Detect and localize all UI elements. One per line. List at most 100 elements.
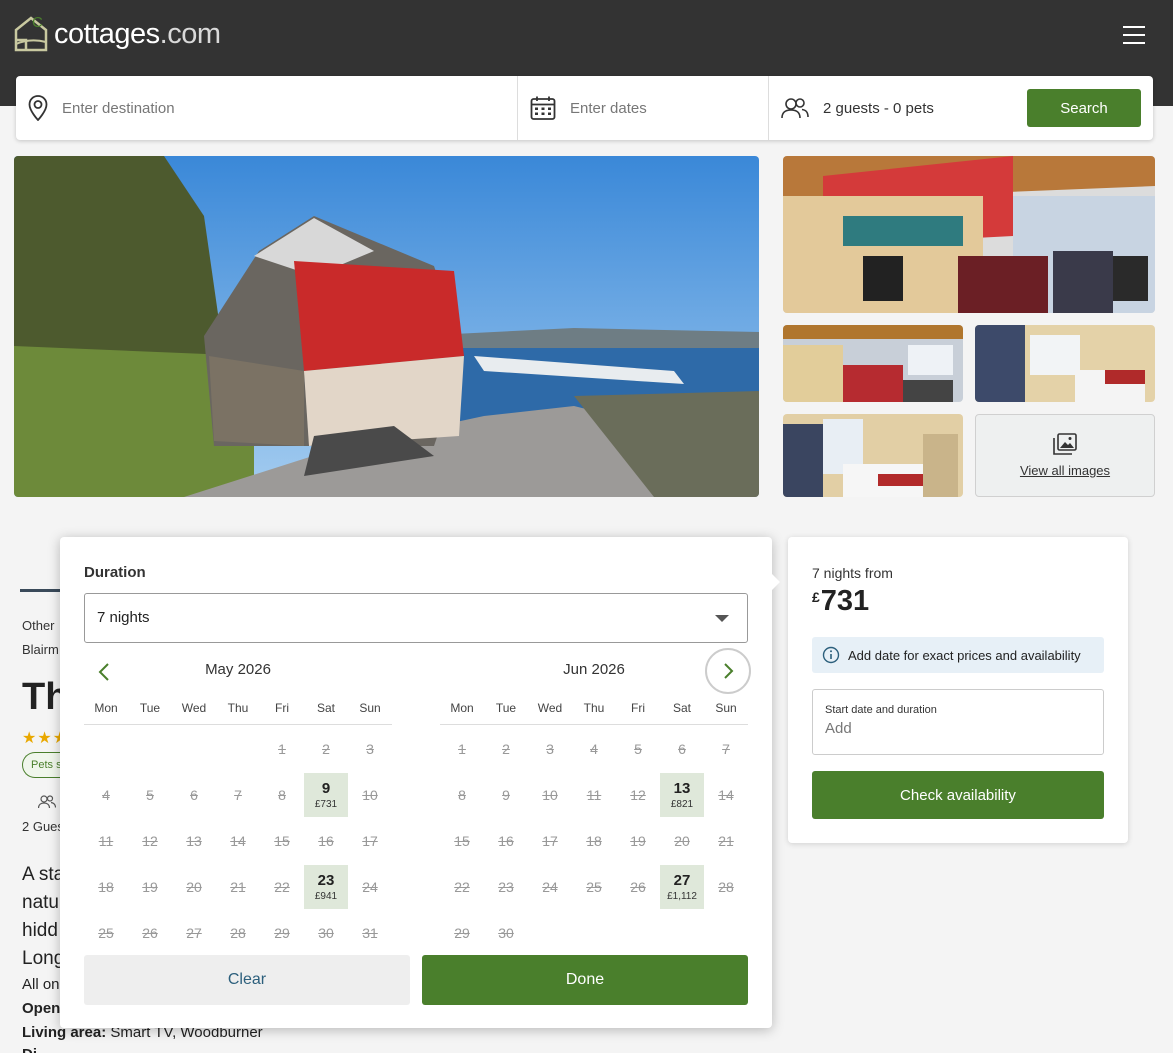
weekday-header-row: Mon Tue Wed Thu Fri Sat Sun <box>84 695 392 725</box>
week-row: 29 30 <box>440 909 748 955</box>
calendar-day-unavailable: 12 <box>630 787 646 803</box>
breadcrumb-region[interactable]: Other <box>22 618 55 633</box>
day-number: 23 <box>317 872 335 889</box>
weekday-label: Thu <box>583 701 605 715</box>
calendar-day-unavailable: 17 <box>362 833 378 849</box>
day-price: £1,112 <box>667 891 697 902</box>
kitchen-photo[interactable] <box>783 156 1155 313</box>
kitchen-photo-image <box>783 156 1155 313</box>
info-icon <box>822 646 840 664</box>
calendar-day-unavailable: 3 <box>366 741 374 757</box>
search-button[interactable]: Search <box>1027 89 1141 127</box>
dates-input[interactable] <box>570 99 750 117</box>
info-text: Add date for exact prices and availabili… <box>848 647 1081 663</box>
calendar-day-unavailable: 7 <box>234 787 242 803</box>
calendar-day-unavailable: 20 <box>674 833 690 849</box>
bedroom-photo-2[interactable] <box>783 414 963 497</box>
calendar-day-unavailable: 18 <box>98 879 114 895</box>
destination-input[interactable] <box>62 99 442 117</box>
guests-count-label: 2 Gues <box>22 819 64 834</box>
calendar-day-unavailable: 6 <box>678 741 686 757</box>
duration-select[interactable]: 7 nights <box>84 593 748 643</box>
calendar-day-available[interactable]: 9 £731 <box>304 773 348 817</box>
calendar-day-unavailable: 15 <box>454 833 470 849</box>
calendar-day-unavailable: 16 <box>498 833 514 849</box>
calendar-day-unavailable: 25 <box>586 879 602 895</box>
currency-symbol: £ <box>812 589 820 605</box>
calendar-empty-cell <box>660 911 704 955</box>
calendar-day-unavailable: 9 <box>502 787 510 803</box>
calendar-day-available[interactable]: 23 £941 <box>304 865 348 909</box>
done-button[interactable]: Done <box>422 955 748 1005</box>
start-date-label: Start date and duration <box>825 704 937 716</box>
calendar-day-unavailable: 21 <box>230 879 246 895</box>
price-amount: 731 <box>820 585 870 617</box>
logo-wordmark: cottages.com <box>54 17 221 50</box>
bedroom-photo-1[interactable] <box>975 325 1155 402</box>
weekday-label: Tue <box>495 701 517 715</box>
calendar-day-unavailable: 8 <box>458 787 466 803</box>
calendar-day-unavailable: 30 <box>318 925 334 941</box>
calendar-day-unavailable: 5 <box>146 787 154 803</box>
start-date-field[interactable]: Start date and duration Add <box>812 689 1104 755</box>
location-pin-icon <box>28 95 48 121</box>
calendar-empty-cell <box>572 911 616 955</box>
view-all-images-button[interactable]: View all images <box>975 414 1155 497</box>
calendar-day-unavailable: 12 <box>142 833 158 849</box>
week-row: 18 19 20 21 22 23 £941 24 <box>84 863 392 909</box>
check-availability-button[interactable]: Check availability <box>812 771 1104 819</box>
main-photo[interactable] <box>14 156 759 497</box>
weekday-label: Thu <box>227 701 249 715</box>
week-row: 4 5 6 7 8 9 £731 10 <box>84 771 392 817</box>
dropdown-arrow-icon <box>715 615 729 622</box>
calendar-empty-cell <box>528 911 572 955</box>
calendar-day-unavailable: 17 <box>542 833 558 849</box>
overview-tab[interactable]: C <box>32 14 43 31</box>
site-logo[interactable]: cottages.com <box>14 16 221 52</box>
calendar-empty-cell <box>128 727 172 771</box>
calendar-day-unavailable: 7 <box>722 741 730 757</box>
day-price: £821 <box>670 799 694 810</box>
calendar-day-available[interactable]: 27 £1,112 <box>660 865 704 909</box>
calendar-day-unavailable: 5 <box>634 741 642 757</box>
guests-small-icon <box>38 795 56 809</box>
calendar-day-unavailable: 19 <box>142 879 158 895</box>
calendar-empty-cell <box>616 911 660 955</box>
dates-field[interactable] <box>518 76 769 140</box>
day-number: 13 <box>673 780 691 797</box>
hamburger-icon[interactable] <box>1123 26 1145 44</box>
week-row: 1 2 3 4 5 6 7 <box>440 725 748 771</box>
weekday-header-row: Mon Tue Wed Thu Fri Sat Sun <box>440 695 748 725</box>
day-number: 27 <box>673 872 691 889</box>
guests-field[interactable]: 2 guests - 0 pets <box>769 76 1027 140</box>
pets-badge: Pets s <box>22 752 62 778</box>
clear-button[interactable]: Clear <box>84 955 410 1005</box>
calendar-day-unavailable: 30 <box>498 925 514 941</box>
calendar-day-unavailable: 4 <box>590 741 598 757</box>
dining-photo[interactable] <box>783 325 963 402</box>
calendar-day-unavailable: 29 <box>454 925 470 941</box>
calendar-day-unavailable: 10 <box>362 787 378 803</box>
calendar-icon <box>530 96 556 120</box>
calendar-empty-cell <box>172 727 216 771</box>
calendar-day-unavailable: 14 <box>230 833 246 849</box>
calendar-empty-cell <box>84 727 128 771</box>
destination-field[interactable] <box>16 76 518 140</box>
calendar-empty-cell <box>216 727 260 771</box>
calendar-day-unavailable: 18 <box>586 833 602 849</box>
calendar-day-unavailable: 1 <box>278 741 286 757</box>
week-row: 25 26 27 28 29 30 31 <box>84 909 392 955</box>
week-row: 22 23 24 25 26 27 £1,112 28 <box>440 863 748 909</box>
bedroom-photo-1-image <box>975 325 1155 402</box>
price-value: £731 <box>812 585 869 618</box>
main-photo-image <box>14 156 759 497</box>
nights-from-label: 7 nights from <box>812 565 893 581</box>
calendar-day-unavailable: 4 <box>102 787 110 803</box>
month-title: May 2026 <box>205 661 271 678</box>
calendar-day-unavailable: 28 <box>230 925 246 941</box>
weekday-label: Wed <box>181 701 207 715</box>
breadcrumb-town[interactable]: Blairm <box>22 642 59 657</box>
calendar-day-unavailable: 11 <box>98 833 114 849</box>
calendar-day-available[interactable]: 13 £821 <box>660 773 704 817</box>
duration-value: 7 nights <box>97 609 150 626</box>
